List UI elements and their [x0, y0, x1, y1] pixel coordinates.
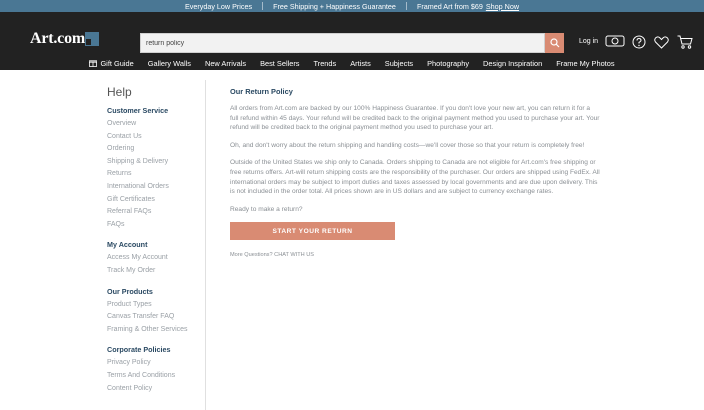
ready-prompt: Ready to make a return? — [230, 205, 303, 213]
promo-item-prices: Everyday Low Prices — [184, 1, 253, 11]
search-input[interactable] — [141, 38, 544, 48]
promo-item-framed: Framed Art from $69 Shop Now — [407, 2, 529, 11]
search-bar[interactable] — [140, 33, 545, 53]
shop-now-link[interactable]: Shop Now — [486, 2, 519, 11]
sidebar-link-international[interactable]: International Orders — [107, 181, 205, 194]
promo-bar: Everyday Low Prices Free Shipping + Happ… — [0, 0, 704, 12]
sidebar-link-access-account[interactable]: Access My Account — [107, 252, 205, 265]
sidebar-link-returns[interactable]: Returns — [107, 168, 205, 181]
sidebar-divider — [205, 80, 206, 410]
sidebar-section-my-account: My Account Access My Account Track My Or… — [107, 240, 205, 277]
more-questions-link[interactable]: More Questions? CHAT WITH US — [230, 252, 600, 258]
search-icon — [549, 38, 559, 48]
sidebar-link-track-order[interactable]: Track My Order — [107, 265, 205, 278]
site-logo[interactable]: Art.com — [30, 30, 85, 48]
heart-icon[interactable] — [654, 36, 669, 54]
sidebar-link-shipping[interactable]: Shipping & Delivery — [107, 156, 205, 169]
sidebar-link-product-types[interactable]: Product Types — [107, 299, 205, 312]
sidebar-link-terms[interactable]: Terms And Conditions — [107, 370, 205, 383]
help-sidebar: Help Customer Service Overview Contact U… — [107, 85, 205, 404]
help-icon[interactable] — [632, 35, 646, 54]
sidebar-link-referral-faqs[interactable]: Referral FAQs — [107, 206, 205, 219]
nav-photography[interactable]: Photography — [420, 59, 476, 68]
policy-paragraph: All orders from Art.com are backed by ou… — [230, 105, 600, 132]
sidebar-link-faqs[interactable]: FAQs — [107, 219, 205, 232]
promo-item-shipping: Free Shipping + Happiness Guarantee — [273, 1, 396, 11]
nav-gallery-walls[interactable]: Gallery Walls — [141, 59, 198, 68]
logo-mark-cutout — [86, 39, 91, 45]
sidebar-link-gift-certificates[interactable]: Gift Certificates — [107, 194, 205, 207]
promo-framed-text: Framed Art from $69 — [416, 1, 483, 11]
sidebar-heading: Corporate Policies — [107, 345, 171, 355]
sidebar-heading: Customer Service — [107, 106, 169, 115]
page-title: Our Return Policy — [230, 87, 293, 96]
sidebar-link-ordering[interactable]: Ordering — [107, 143, 205, 156]
nav-frame-my-photos[interactable]: Frame My Photos — [549, 59, 621, 68]
nav-new-arrivals[interactable]: New Arrivals — [198, 59, 253, 68]
policy-paragraph: Oh, and don't worry about the return shi… — [230, 141, 585, 149]
nav-subjects[interactable]: Subjects — [378, 59, 420, 68]
sidebar-link-framing[interactable]: Framing & Other Services — [107, 324, 205, 337]
nav-design-inspiration[interactable]: Design Inspiration — [476, 59, 549, 68]
sidebar-heading: My Account — [107, 240, 148, 250]
sidebar-link-privacy[interactable]: Privacy Policy — [107, 357, 205, 370]
nav-best-sellers[interactable]: Best Sellers — [253, 59, 306, 68]
return-policy-content: Our Return Policy All orders from Art.co… — [230, 87, 600, 258]
site-header: Art.com Log in Gift Guide Gallery Walls … — [0, 12, 704, 70]
cart-icon[interactable] — [677, 35, 693, 54]
sidebar-heading: Our Products — [107, 286, 153, 296]
help-title: Help — [107, 85, 132, 99]
sidebar-link-contact-us[interactable]: Contact Us — [107, 131, 205, 144]
search-button[interactable] — [545, 33, 564, 53]
main-nav: Gift Guide Gallery Walls New Arrivals Be… — [0, 56, 704, 70]
sidebar-section-customer-service: Customer Service Overview Contact Us Ord… — [107, 106, 205, 231]
sidebar-link-overview[interactable]: Overview — [107, 118, 205, 131]
main-area: Help Customer Service Overview Contact U… — [0, 70, 704, 410]
sidebar-section-corporate: Corporate Policies Privacy Policy Terms … — [107, 345, 205, 395]
sidebar-link-content-policy[interactable]: Content Policy — [107, 383, 205, 396]
sidebar-section-products: Our Products Product Types Canvas Transf… — [107, 287, 205, 337]
gift-icon — [89, 60, 98, 67]
start-return-button[interactable]: START YOUR RETURN — [230, 222, 395, 241]
nav-artists[interactable]: Artists — [343, 59, 378, 68]
sidebar-link-canvas-faq[interactable]: Canvas Transfer FAQ — [107, 311, 205, 324]
currency-icon[interactable] — [605, 34, 625, 53]
policy-paragraph: Outside of the United States we ship onl… — [230, 159, 600, 196]
nav-trends[interactable]: Trends — [307, 59, 344, 68]
nav-gift-guide-label: Gift Guide — [100, 58, 134, 68]
nav-gift-guide[interactable]: Gift Guide — [82, 59, 140, 68]
login-link[interactable]: Log in — [579, 38, 598, 45]
